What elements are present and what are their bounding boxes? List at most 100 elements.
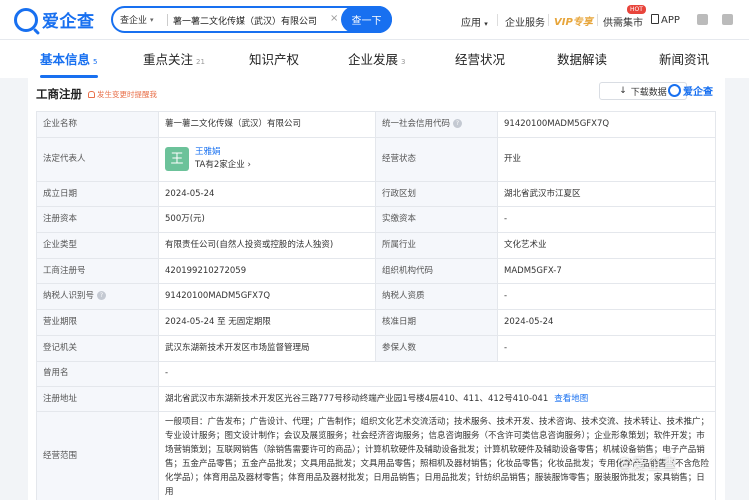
nav-vip[interactable]: VIP专享 [554,13,593,28]
legal-rep-cell: 王 王雅娟 TA有2家企业 › [158,136,376,182]
field-label: 纳税人识别号? [36,283,159,311]
chevron-down-icon: ▾ [150,15,154,24]
nav-app[interactable]: APP [651,14,680,26]
field-label: 成立日期 [36,180,159,208]
field-label: 企业名称 [36,111,159,138]
nav-apps[interactable]: 应用 ▾ [461,14,488,29]
tab-label: 数据解读 [557,52,608,67]
field-label: 工商注册号 [36,257,159,285]
brand-text: 爱企查 [683,87,713,98]
menu-icon[interactable] [722,14,733,25]
field-label: 实缴资本 [375,206,498,234]
tab-bar: 基本信息 5 重点关注 21 知识产权 企业发展 3 经营状况 数据解读 新闻资讯 [0,40,749,78]
tab-development[interactable]: 企业发展 3 [348,49,405,68]
nav-app-label: APP [661,15,680,26]
notify-on-change-link[interactable]: 发生变更时提醒我 [88,89,157,100]
section-title: 工商注册 [36,87,82,101]
search-scope-dropdown[interactable]: 查企业 ▾ [120,13,154,27]
hot-badge: HOT [627,5,646,14]
divider [497,14,498,26]
region: 湖北省武汉市江夏区 [497,180,716,208]
table-row: 经营范围 一般项目：广告发布；广告设计、代理；广告制作；组织文化艺术交流活动；技… [36,411,716,500]
field-label: 组织机构代码 [375,257,498,285]
field-label: 注册资本 [36,206,159,234]
operating-status: 开业 [497,136,716,182]
nav-supply-market[interactable]: 供需集市 [603,14,643,29]
tab-label: 经营状况 [455,52,506,67]
table-row: 成立日期 2024-05-24 行政区划 湖北省武汉市江夏区 [36,180,716,208]
registered-capital: 500万(元) [158,206,376,234]
credit-code: 91420100MADM5GFX7Q [497,111,716,138]
field-label-text: 统一社会信用代码 [382,118,451,129]
tab-label: 知识产权 [249,52,300,67]
tab-label: 重点关注 [143,52,194,67]
nav-apps-label: 应用 [461,18,481,29]
field-label: 统一社会信用代码? [375,111,498,138]
phone-icon [651,14,659,24]
business-registration-panel: 工商注册 发生变更时提醒我 ↓ 下载数据 爱企查 企业名称 薯一薯二文化传媒（武汉… [28,78,725,500]
tab-ip[interactable]: 知识产权 [249,49,299,68]
legal-rep-companies-text: TA有2家企业 [195,160,245,171]
view-map-link[interactable]: 查看地图 [554,394,588,404]
table-row: 注册地址 湖北省武汉市东湖新技术开发区光谷三路777号移动终端产业园1号楼4层4… [36,386,716,413]
chevron-down-icon: ▾ [484,20,488,28]
field-label: 纳税人资质 [375,283,498,311]
table-row: 营业期限 2024-05-24 至 无固定期限 核准日期 2024-05-24 [36,309,716,336]
field-label: 法定代表人 [36,136,159,182]
tab-label: 基本信息 [40,52,91,67]
field-label: 曾用名 [36,360,159,388]
approval-date: 2024-05-24 [497,309,716,336]
company-type: 有限责任公司(自然人投资或控股的法人独资) [158,232,376,259]
legal-rep-companies-link[interactable]: TA有2家企业 › [195,159,251,172]
table-row: 登记机关 武汉东湖新技术开发区市场监督管理局 参保人数 - [36,334,716,362]
search-button[interactable]: 查一下 [341,6,392,33]
help-icon[interactable]: ? [453,118,463,128]
nav-enterprise-services[interactable]: 企业服务 [505,14,545,29]
paid-capital: - [497,206,716,234]
org-code: MADM5GFX-7 [497,257,716,285]
legal-rep-name-link[interactable]: 王雅娟 [195,146,251,159]
industry: 文化艺术业 [497,232,716,259]
tab-label: 企业发展 [348,52,399,67]
tab-key-focus[interactable]: 重点关注 21 [143,49,205,68]
field-label: 核准日期 [375,309,498,336]
table-row: 曾用名 - [36,360,716,388]
search-box: 查企业 ▾ × 查一下 [111,6,392,33]
registered-address: 湖北省武汉市东湖新技术开发区光谷三路777号移动终端产业园1号楼4层410、41… [165,393,549,404]
table-row: 法定代表人 王 王雅娟 TA有2家企业 › 经营状态 开业 [36,136,716,182]
tab-news[interactable]: 新闻资讯 [659,49,709,68]
address-cell: 湖北省武汉市东湖新技术开发区光谷三路777号移动终端产业园1号楼4层410、41… [158,386,716,413]
registration-authority: 武汉东湖新技术开发区市场监督管理局 [158,334,376,362]
watermark: @爱企查 [617,455,678,473]
field-label-text: 纳税人识别号 [43,291,95,302]
company-name: 薯一薯二文化传媒（武汉）有限公司 [158,111,376,138]
avatar[interactable]: 王 [165,147,189,172]
top-bar: 爱企查 查企业 ▾ × 查一下 应用 ▾ 企业服务 VIP专享 HOT 供需集市… [0,0,749,40]
chevron-right-icon: › [247,160,251,171]
tab-count: 21 [196,58,205,66]
registration-table: 企业名称 薯一薯二文化传媒（武汉）有限公司 统一社会信用代码? 91420100… [36,111,716,500]
tab-data-insights[interactable]: 数据解读 [557,49,607,68]
insured-count: - [497,334,716,362]
logo[interactable]: 爱企查 [14,7,95,32]
download-icon: ↓ [619,86,627,96]
divider [597,14,598,26]
founded-date: 2024-05-24 [158,180,376,208]
former-name: - [158,360,716,388]
taxpayer-qualification: - [497,283,716,311]
clear-icon[interactable]: × [330,13,338,24]
logo-text: 爱企查 [42,12,95,32]
brand-logo: 爱企查 [668,83,713,98]
help-icon[interactable]: ? [97,291,107,301]
tab-basic-info[interactable]: 基本信息 5 [40,49,97,68]
download-label: 下载数据 [630,87,667,98]
field-label: 参保人数 [375,334,498,362]
bell-icon [88,91,95,98]
grid-icon[interactable] [697,14,708,25]
logo-icon [14,7,38,32]
search-scope-label: 查企业 [120,16,148,26]
registration-number: 420199210272059 [158,257,376,285]
tab-operations[interactable]: 经营状况 [455,49,505,68]
field-label: 登记机关 [36,334,159,362]
field-label: 经营状态 [375,136,498,182]
